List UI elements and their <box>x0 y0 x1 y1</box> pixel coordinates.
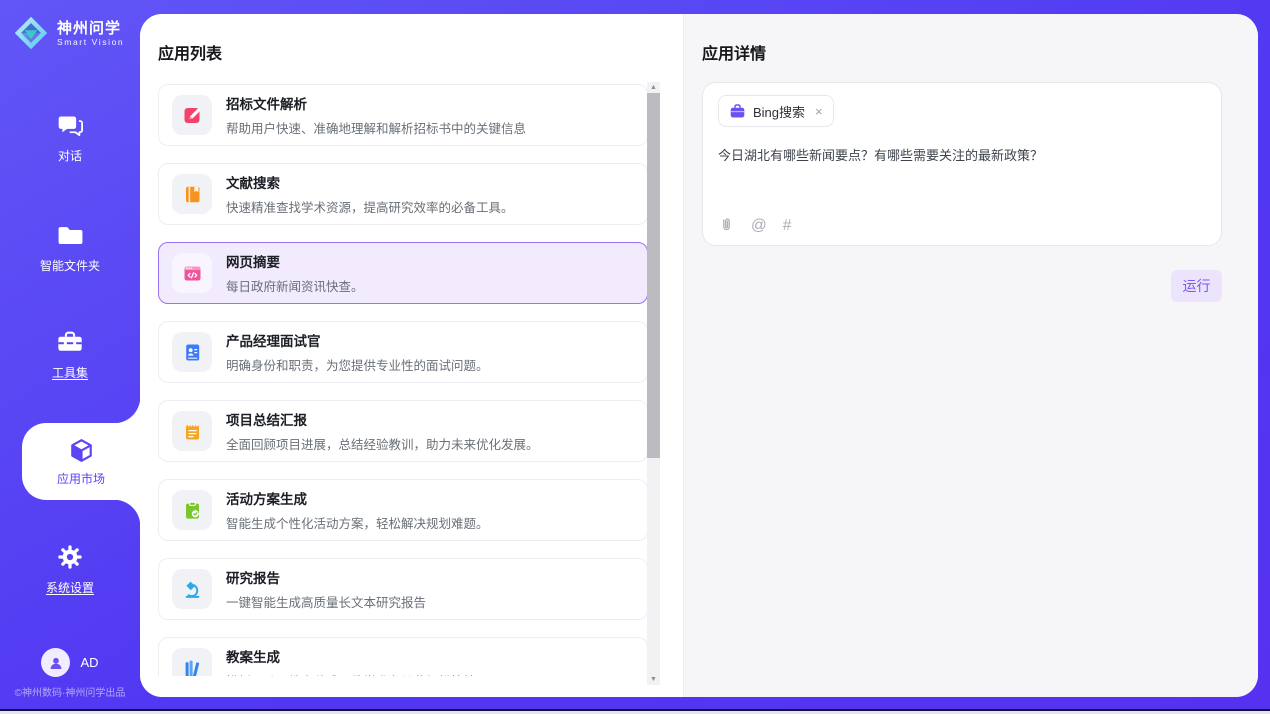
app-list-scrollbar[interactable]: ▲ ▼ <box>647 82 660 685</box>
app-detail-title: 应用详情 <box>702 40 766 64</box>
app-card-web-summary[interactable]: 网页摘要 每日政府新闻资讯快查。 <box>158 242 648 304</box>
app-list: 招标文件解析 帮助用户快速、准确地理解和解析招标书中的关键信息 文献搜索 快速精… <box>158 84 648 676</box>
brand-logo: 神州问学 Smart Vision <box>13 15 124 51</box>
app-card-event-plan[interactable]: 活动方案生成 智能生成个性化活动方案，轻松解决规划难题。 <box>158 479 648 541</box>
app-description: 快速精准查找学术资源，提高研究效率的必备工具。 <box>226 197 514 216</box>
user-name: AD <box>80 655 98 670</box>
sidebar-item-label: 对话 <box>58 147 82 164</box>
gear-icon <box>56 543 84 571</box>
app-list-title: 应用列表 <box>158 40 222 64</box>
browser-icon <box>182 263 203 284</box>
cube-icon <box>68 437 95 464</box>
app-icon-tile <box>172 490 212 530</box>
app-icon-tile <box>172 174 212 214</box>
app-icon-tile <box>172 648 212 676</box>
close-icon[interactable]: × <box>815 104 823 119</box>
app-name: 招标文件解析 <box>226 93 526 113</box>
app-icon-tile <box>172 569 212 609</box>
sidebar-item-smart-folder[interactable]: 智能文件夹 <box>0 222 140 275</box>
at-icon[interactable]: @ <box>751 217 767 234</box>
person-icon <box>47 654 65 672</box>
paperclip-icon[interactable] <box>718 217 735 234</box>
clipboard-check-icon <box>182 500 203 521</box>
app-description: 每日政府新闻资讯快查。 <box>226 276 364 295</box>
copyright-text: ©神州数码·神州问学出品 <box>0 684 140 699</box>
app-card-research-report[interactable]: 研究报告 一键智能生成高质量长文本研究报告 <box>158 558 648 620</box>
app-icon-tile <box>172 253 212 293</box>
app-card-project-summary[interactable]: 项目总结汇报 全面回顾项目进展，总结经验教训，助力未来优化发展。 <box>158 400 648 462</box>
app-icon-tile <box>172 95 212 135</box>
briefcase-icon <box>729 103 746 120</box>
app-card-pm-interviewer[interactable]: 产品经理面试官 明确身份和职责，为您提供专业性的面试问题。 <box>158 321 648 383</box>
hash-icon[interactable]: # <box>783 217 792 234</box>
sidebar-item-settings[interactable]: 系统设置 <box>0 543 140 597</box>
prompt-input-card[interactable]: Bing搜索 × 今日湖北有哪些新闻要点？有哪些需要关注的最新政策？ @ # <box>702 82 1222 246</box>
app-card-bid-document-parsing[interactable]: 招标文件解析 帮助用户快速、准确地理解和解析招标书中的关键信息 <box>158 84 648 146</box>
sidebar-item-label: 系统设置 <box>46 579 94 596</box>
sidebar-item-toolset[interactable]: 工具集 <box>0 328 140 382</box>
app-detail-panel: 应用详情 Bing搜索 × 今日湖北有哪些新闻要点？有哪些需要关注的最新政策？ … <box>684 14 1258 697</box>
microscope-icon <box>182 579 203 600</box>
app-name: 网页摘要 <box>226 251 364 271</box>
app-name: 研究报告 <box>226 567 426 587</box>
sidebar: 神州问学 Smart Vision 对话 智能文件夹 工具集 <box>0 0 140 714</box>
diamond-logo-icon <box>13 15 49 51</box>
app-icon-tile <box>172 332 212 372</box>
brand-subtitle: Smart Vision <box>57 37 124 47</box>
sidebar-item-label: 应用市场 <box>57 470 105 487</box>
app-description: 全面回顾项目进展，总结经验教训，助力未来优化发展。 <box>226 434 539 453</box>
avatar <box>41 648 70 677</box>
folder-icon <box>57 222 84 249</box>
sidebar-item-label: 工具集 <box>52 364 88 381</box>
main-content: 应用列表 招标文件解析 帮助用户快速、准确地理解和解析招标书中的关键信息 <box>140 14 1258 697</box>
toolbox-icon <box>56 328 84 356</box>
app-card-lesson-plan[interactable]: 教案生成 模板驱动，教案秒成，教学准备从此轻松快捷 <box>158 637 648 676</box>
app-name: 教案生成 <box>226 646 476 666</box>
book-icon <box>182 184 203 205</box>
sidebar-item-chat[interactable]: 对话 <box>0 112 140 165</box>
scrollbar-up-icon[interactable]: ▲ <box>647 84 660 91</box>
app-description: 帮助用户快速、准确地理解和解析招标书中的关键信息 <box>226 118 526 137</box>
tool-chip-bing-search[interactable]: Bing搜索 × <box>718 95 834 127</box>
app-list-panel: 应用列表 招标文件解析 帮助用户快速、准确地理解和解析招标书中的关键信息 <box>140 14 684 697</box>
app-name: 文献搜索 <box>226 172 514 192</box>
notepad-icon <box>182 421 203 442</box>
app-name: 项目总结汇报 <box>226 409 539 429</box>
books-icon <box>182 658 203 677</box>
app-description: 智能生成个性化活动方案，轻松解决规划难题。 <box>226 513 489 532</box>
app-description: 模板驱动，教案秒成，教学准备从此轻松快捷 <box>226 671 476 676</box>
tool-chip-label: Bing搜索 <box>753 102 805 121</box>
sidebar-item-app-market[interactable]: 应用市场 <box>22 423 140 500</box>
attachment-toolbar: @ # <box>718 217 791 234</box>
app-card-literature-search[interactable]: 文献搜索 快速精准查找学术资源，提高研究效率的必备工具。 <box>158 163 648 225</box>
app-name: 活动方案生成 <box>226 488 489 508</box>
resume-icon <box>182 342 203 363</box>
scrollbar-down-icon[interactable]: ▼ <box>647 676 660 683</box>
edit-icon <box>182 105 203 126</box>
run-button[interactable]: 运行 <box>1171 270 1222 302</box>
chat-icon <box>57 112 84 139</box>
scrollbar-thumb[interactable] <box>647 93 660 458</box>
user-account[interactable]: AD <box>0 648 140 677</box>
app-description: 一键智能生成高质量长文本研究报告 <box>226 592 426 611</box>
app-name: 产品经理面试官 <box>226 330 489 350</box>
query-text[interactable]: 今日湖北有哪些新闻要点？有哪些需要关注的最新政策？ <box>718 147 1206 165</box>
app-description: 明确身份和职责，为您提供专业性的面试问题。 <box>226 355 489 374</box>
brand-name: 神州问学 <box>57 20 124 37</box>
sidebar-item-label: 智能文件夹 <box>40 257 100 274</box>
app-icon-tile <box>172 411 212 451</box>
